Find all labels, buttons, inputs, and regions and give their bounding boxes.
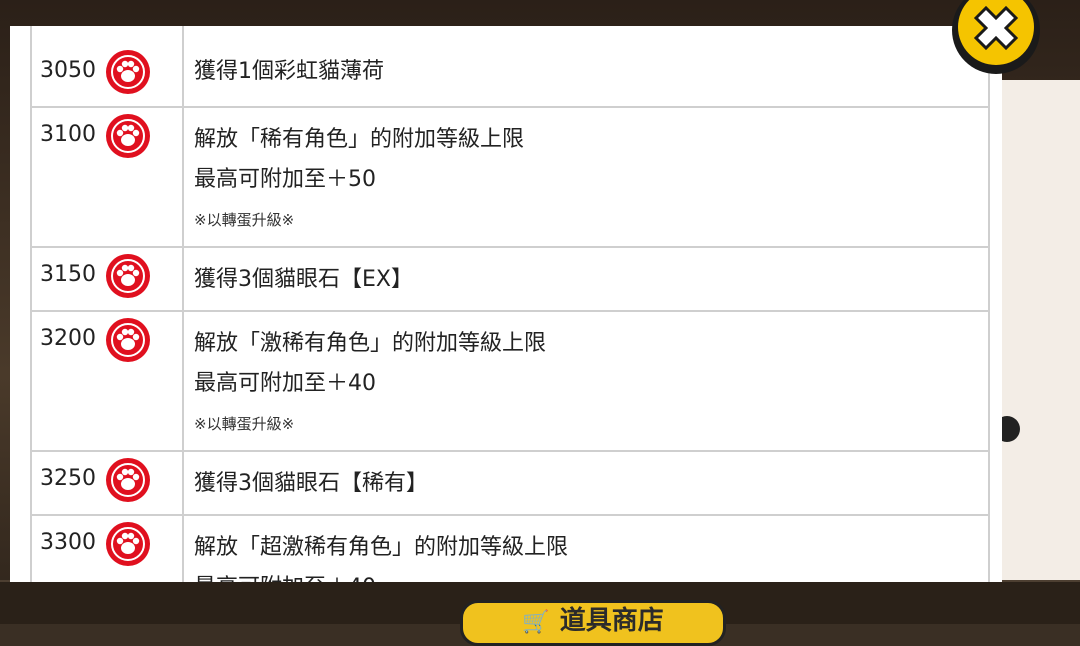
reward-text: 獲得3個貓眼石【稀有】 [194, 471, 428, 496]
reward-row: 3150 獲得3個貓眼石【EX】 [30, 248, 990, 312]
cart-icon: 🛒 [522, 610, 550, 635]
reward-description: 獲得3個貓眼石【稀有】 [184, 452, 988, 514]
reward-row: 3100 解放「稀有角色」的附加等級上限 最高可附加至＋50 ※以轉蛋升級※ [30, 108, 990, 248]
reward-text: 解放「超激稀有角色」的附加等級上限 [194, 535, 569, 560]
reward-note: ※以轉蛋升級※ [194, 415, 295, 433]
paw-icon [106, 50, 150, 94]
reward-description: 解放「激稀有角色」的附加等級上限 最高可附加至＋40 ※以轉蛋升級※ [184, 312, 988, 450]
item-shop-label: 道具商店 [559, 606, 664, 636]
reward-text: 最高可附加至＋40 [194, 371, 376, 396]
reward-description: 解放「稀有角色」的附加等級上限 最高可附加至＋50 ※以轉蛋升級※ [184, 108, 988, 246]
paw-icon [106, 458, 150, 502]
level-cell: 3150 [32, 248, 184, 310]
reward-description: 獲得1個彩虹貓薄荷 [184, 26, 988, 106]
reward-text: 解放「激稀有角色」的附加等級上限 [194, 331, 547, 356]
reward-text: 解放「稀有角色」的附加等級上限 [194, 127, 525, 152]
level-value: 3200 [40, 326, 96, 351]
reward-row: 3300 解放「超激稀有角色」的附加等級上限最高可附加至＋40 [30, 516, 990, 582]
level-value: 3300 [40, 530, 96, 555]
reward-list-dialog: 3050 獲得1個彩虹貓薄荷 3100 解放「稀有角色」的附加等級上限 最高可附加至＋5… [10, 26, 1002, 582]
paw-icon [106, 254, 150, 298]
level-cell: 3050 [32, 26, 184, 106]
level-value: 3100 [40, 122, 96, 147]
reward-text: 獲得1個彩虹貓薄荷 [194, 59, 384, 84]
reward-text: 最高可附加至＋40 [194, 568, 976, 582]
level-cell: 3300 [32, 516, 184, 582]
reward-text: 獲得3個貓眼石【EX】 [194, 267, 413, 292]
reward-description: 解放「超激稀有角色」的附加等級上限最高可附加至＋40 [184, 516, 988, 582]
item-shop-button[interactable]: 🛒 道具商店 [460, 600, 726, 646]
reward-note: ※以轉蛋升級※ [194, 211, 295, 229]
reward-description: 獲得3個貓眼石【EX】 [184, 248, 988, 310]
paw-icon [106, 114, 150, 158]
level-cell: 3100 [32, 108, 184, 246]
level-value: 3150 [40, 262, 96, 287]
level-value: 3050 [40, 58, 96, 83]
level-cell: 3250 [32, 452, 184, 514]
reward-row: 3050 獲得1個彩虹貓薄荷 [30, 26, 990, 108]
reward-row: 3250 獲得3個貓眼石【稀有】 [30, 452, 990, 516]
reward-row: 3200 解放「激稀有角色」的附加等級上限 最高可附加至＋40 ※以轉蛋升級※ [30, 312, 990, 452]
level-value: 3250 [40, 466, 96, 491]
paw-icon [106, 318, 150, 362]
paw-icon [106, 522, 150, 566]
level-cell: 3200 [32, 312, 184, 450]
close-button[interactable] [946, 0, 1046, 80]
reward-text: 最高可附加至＋50 [194, 167, 376, 192]
reward-table[interactable]: 3050 獲得1個彩虹貓薄荷 3100 解放「稀有角色」的附加等級上限 最高可附加至＋5… [30, 26, 990, 582]
